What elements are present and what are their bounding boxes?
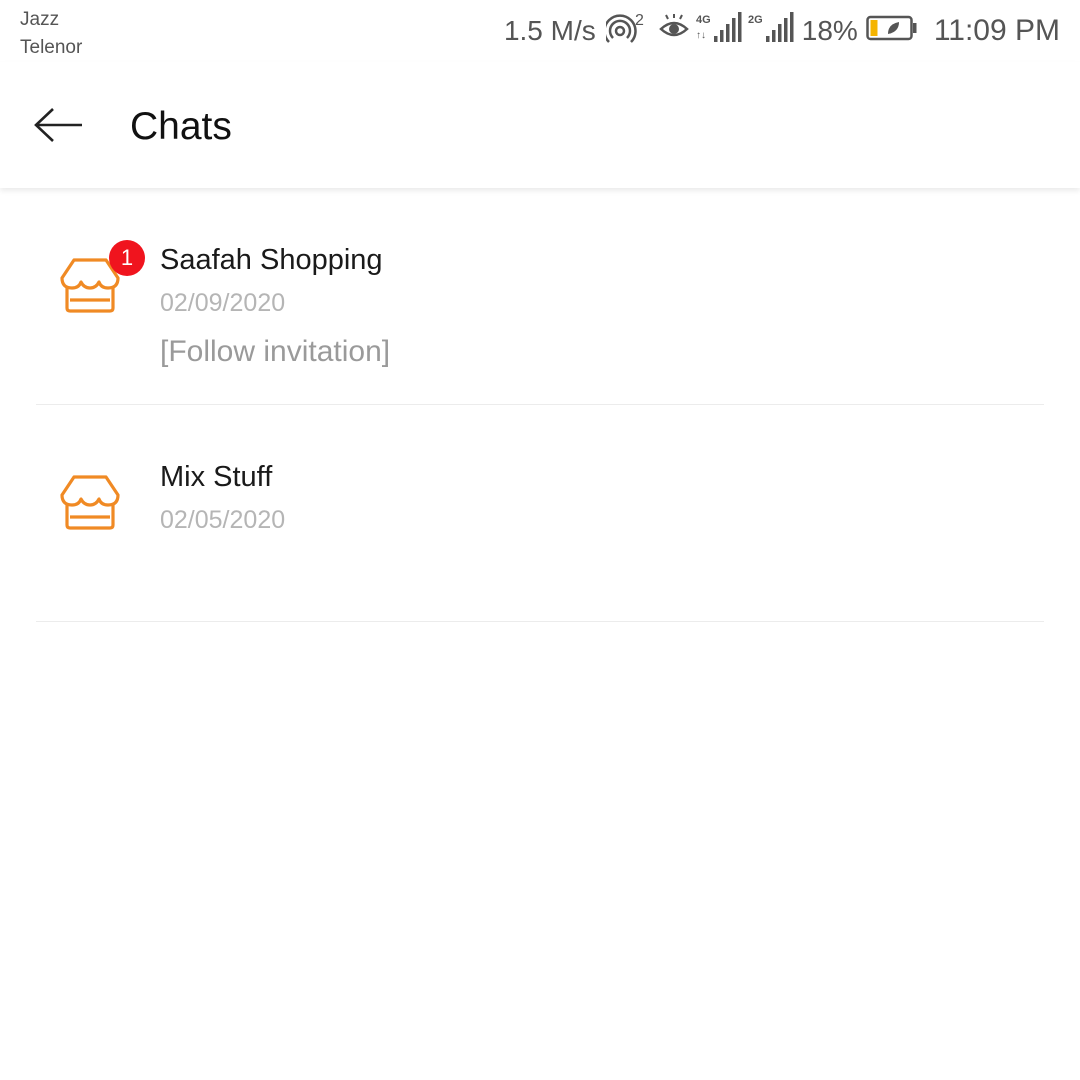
app-bar: Chats [0, 62, 1080, 188]
hotspot-count: 2 [635, 12, 644, 29]
status-bar: Jazz Telenor 1.5 M/s 2 4G ↑↓ 2G 18% 11:0… [0, 0, 1080, 62]
clock: 11:09 PM [933, 14, 1060, 47]
chat-list: 1 Saafah Shopping 02/09/2020 [Follow inv… [0, 188, 1080, 622]
carrier-1: Jazz [20, 9, 60, 30]
eye-icon [658, 13, 690, 50]
battery-percent: 18% [801, 15, 858, 46]
back-button[interactable] [24, 96, 94, 154]
signal-2g-icon: 2G [748, 11, 794, 51]
svg-text:↑↓: ↑↓ [696, 30, 706, 41]
carrier-2: Telenor [20, 37, 83, 58]
unread-badge: 1 [109, 240, 145, 276]
status-icons: 1.5 M/s 2 4G ↑↓ 2G 18% 11:09 PM [504, 10, 1060, 52]
battery-icon [866, 15, 918, 48]
network-speed: 1.5 M/s [503, 15, 596, 46]
network-2-label: 2G [748, 14, 763, 26]
arrow-left-icon [34, 108, 82, 142]
network-1-label: 4G [696, 14, 711, 26]
chat-item-saafah-shopping[interactable]: 1 Saafah Shopping 02/09/2020 [Follow inv… [0, 188, 1080, 405]
chat-preview: [Follow invitation] [160, 335, 391, 368]
chat-date: 02/05/2020 [160, 506, 286, 534]
hotspot-icon: 2 [603, 11, 652, 52]
divider [36, 621, 1044, 622]
chat-name: Saafah Shopping [160, 244, 383, 276]
chat-name: Mix Stuff [160, 461, 273, 493]
page-title: Chats [130, 105, 232, 148]
signal-4g-icon: 4G ↑↓ [696, 11, 742, 51]
carrier-info: Jazz Telenor [20, 6, 82, 62]
chat-item-mix-stuff[interactable]: Mix Stuff 02/05/2020 [0, 405, 1080, 622]
chat-date: 02/09/2020 [160, 289, 286, 317]
store-icon [58, 475, 122, 531]
